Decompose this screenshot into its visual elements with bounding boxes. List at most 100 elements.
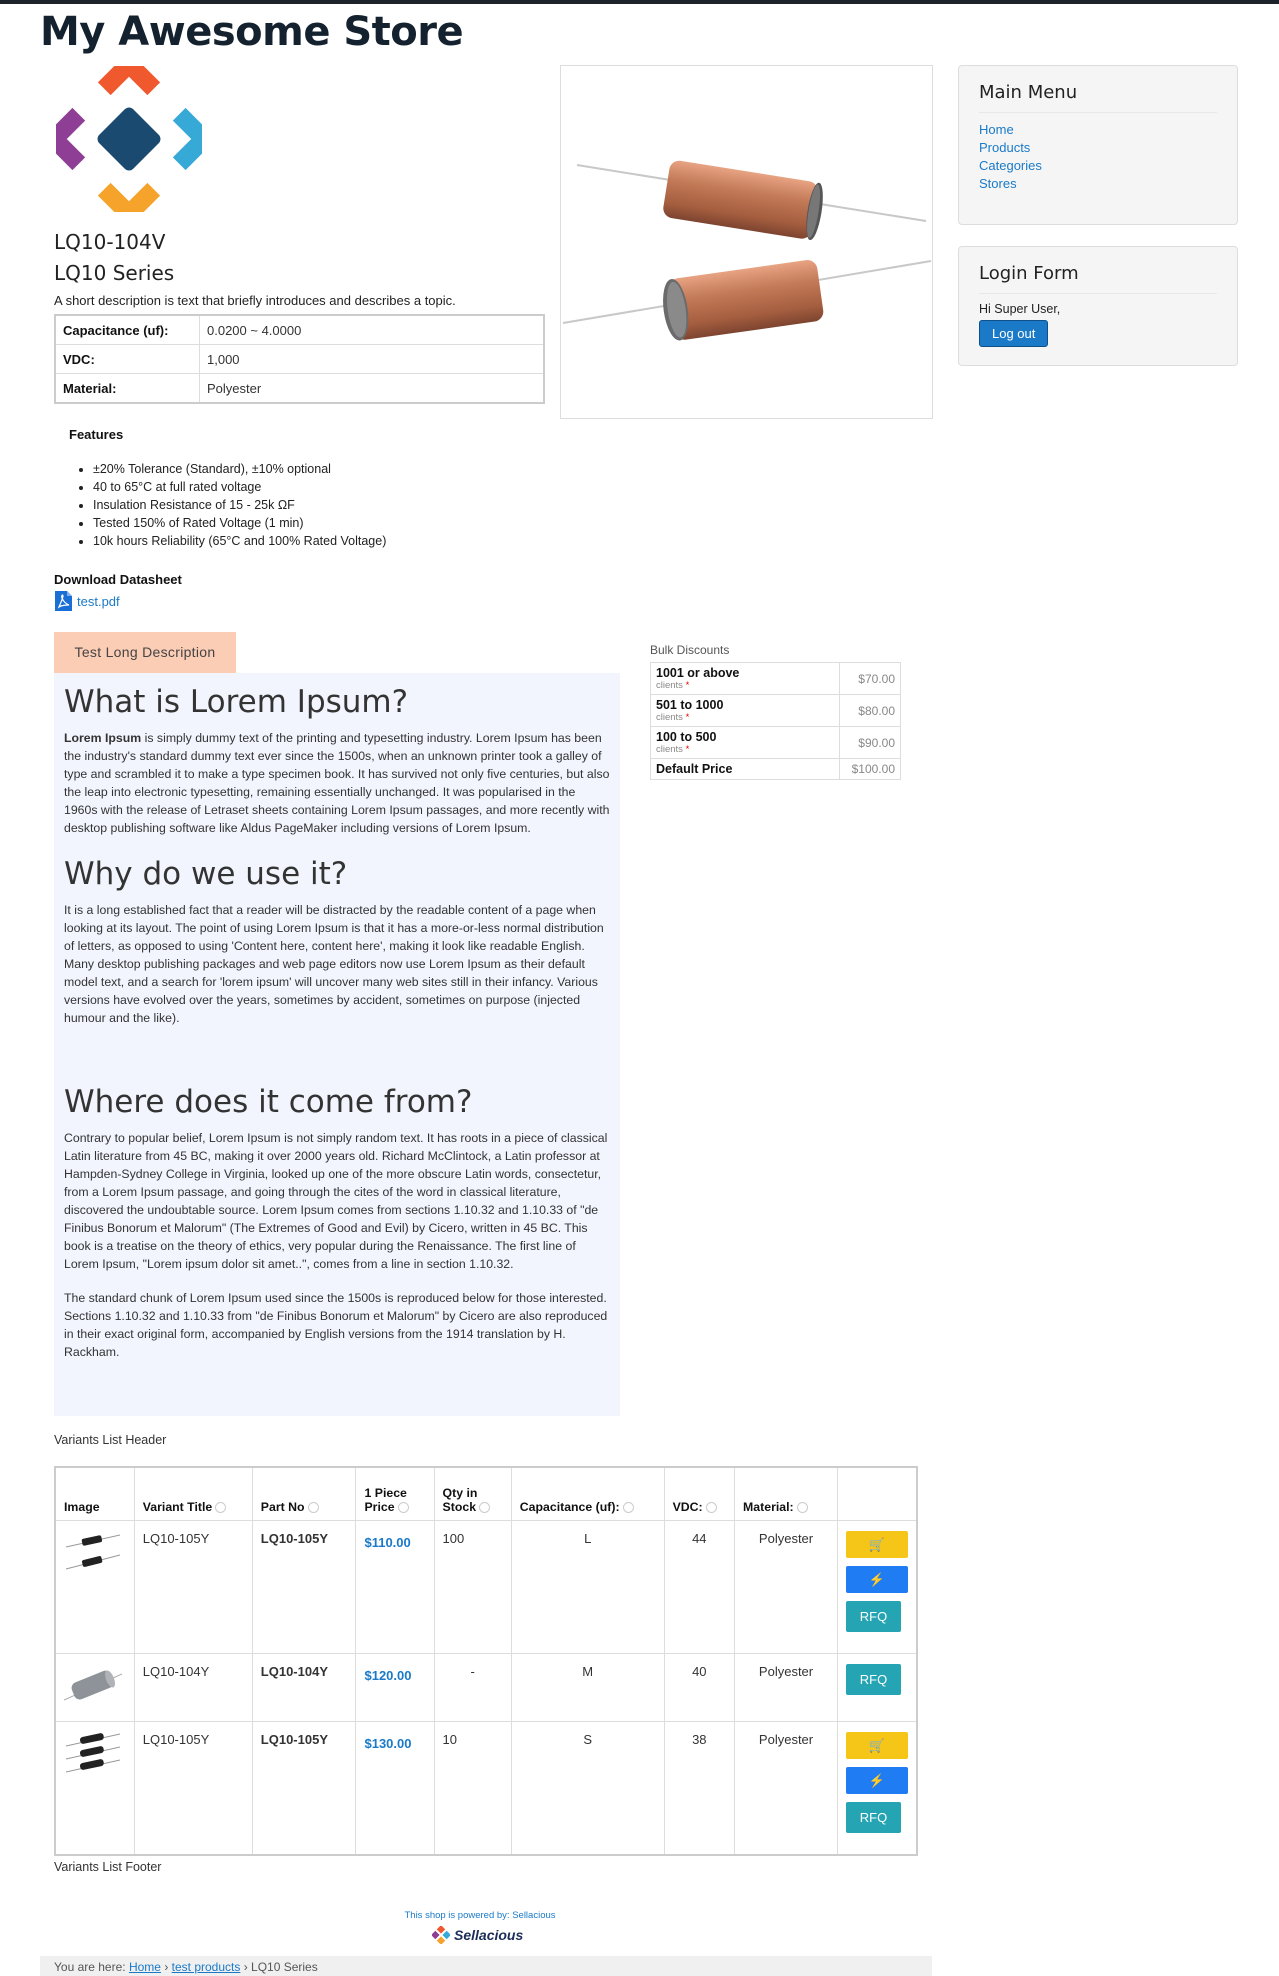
tier-price: $70.00 [839,662,901,695]
buy-now-button[interactable]: ⚡ [846,1767,908,1794]
bulk-tier-row: Default Price $100.00 [650,758,901,780]
column-header-variant-title[interactable]: Variant Title [133,1466,253,1521]
column-header-material[interactable]: Material: [734,1466,838,1521]
features-list: ±20% Tolerance (Standard), ±10% optional… [72,460,386,550]
variant-capacitance: M [510,1653,665,1722]
variant-title[interactable]: LQ10-105Y [133,1721,253,1856]
sort-icon[interactable] [622,1502,634,1514]
site-title[interactable]: My Awesome Store [40,6,464,58]
product-sku: LQ10-104V [54,230,166,254]
breadcrumb: You are here: Home › test products › LQ1… [40,1956,932,1976]
tier-sub: clients * [656,712,834,723]
paragraph-text: is simply dummy text of the printing and… [64,731,610,835]
tier-price: $90.00 [839,726,901,759]
variant-part-no: LQ10-104Y [251,1653,357,1722]
variant-thumbnail[interactable] [64,1732,122,1776]
sort-icon[interactable] [479,1502,491,1514]
column-header-part-no[interactable]: Part No [251,1466,357,1521]
sort-icon[interactable] [796,1502,808,1514]
login-form-module: Login Form Hi Super User, Log out [958,246,1238,366]
column-header-label: Part No [260,1500,305,1514]
rfq-button[interactable]: RFQ [846,1802,901,1833]
variant-price: $130.00 [364,1736,412,1751]
variant-row: LQ10-105Y LQ10-105Y $110.00 100 L 44 Pol… [54,1520,918,1654]
variant-price-cell: $110.00 [355,1520,435,1654]
variant-price-cell: $120.00 [355,1653,435,1722]
variant-title[interactable]: LQ10-104Y [133,1653,253,1722]
datasheet-link[interactable]: test.pdf [54,590,120,612]
bulk-tier-row: 501 to 1000 clients * $80.00 [650,694,901,727]
section-paragraph: The standard chunk of Lorem Ipsum used s… [64,1291,608,1359]
variant-vdc: 38 [663,1721,736,1856]
variant-price: $110.00 [364,1535,411,1550]
tier-label: 1001 or above [656,666,740,680]
bulk-tier-row: 1001 or above clients * $70.00 [650,662,901,695]
datasheet-heading: Download Datasheet [54,572,182,587]
main-menu-title: Main Menu [979,82,1217,113]
variant-actions: 🛒 ⚡ RFQ [837,1721,918,1856]
menu-item-categories[interactable]: Categories [979,157,1217,175]
store-logo [56,66,202,212]
sort-icon[interactable] [307,1502,319,1514]
variant-thumbnail[interactable] [63,1664,123,1708]
section-heading: Where does it come from? [64,1084,473,1120]
brand-name: Sellacious [454,1927,524,1943]
powered-by-text[interactable]: This shop is powered by: Sellacious [0,1910,960,1921]
sort-icon[interactable] [215,1502,227,1514]
lightning-bolt-icon: ⚡ [868,1572,886,1587]
logout-button[interactable]: Log out [979,320,1049,347]
feature-item: Tested 150% of Rated Voltage (1 min) [93,514,386,532]
shopping-cart-icon: 🛒 [868,1738,886,1753]
variant-qty: 100 [433,1520,512,1654]
variant-material: Polyester [734,1520,838,1654]
top-bar [0,0,1279,4]
attribute-label: Material: [54,373,200,404]
column-header-qty[interactable]: Qty in Stock [433,1466,512,1521]
feature-item: Insulation Resistance of 15 - 25k ΩF [93,496,386,514]
login-greeting: Hi Super User, [979,302,1061,316]
features-heading: Features [69,427,124,442]
short-description: A short description is text that briefly… [54,293,456,308]
product-image[interactable] [560,65,933,419]
attribute-value: 0.0200 ~ 4.0000 [199,314,545,345]
column-header-vdc[interactable]: VDC: [663,1466,736,1521]
datasheet-filename[interactable]: test.pdf [77,594,120,609]
rfq-button[interactable]: RFQ [846,1664,901,1695]
sellacious-logo[interactable]: Sellacious [432,1926,523,1944]
column-header-capacitance[interactable]: Capacitance (uf): [510,1466,665,1521]
menu-item-stores[interactable]: Stores [979,175,1217,193]
variant-capacitance: S [510,1721,665,1856]
tier-sub: clients * [656,744,834,755]
add-to-cart-button[interactable]: 🛒 [846,1732,908,1759]
pdf-file-icon [55,591,72,611]
variant-row: LQ10-104Y LQ10-104Y $120.00 - M 40 Polye… [54,1653,918,1722]
tab-long-description[interactable]: Test Long Description [54,632,236,673]
variant-title[interactable]: LQ10-105Y [133,1520,253,1654]
variant-image-cell [54,1721,135,1856]
menu-item-products[interactable]: Products [979,139,1217,157]
buy-now-button[interactable]: ⚡ [846,1566,908,1593]
variant-image-cell [54,1653,135,1722]
column-header-label: Material: [743,1500,794,1514]
attribute-label: Capacitance (uf): [54,314,200,345]
variant-thumbnail[interactable] [64,1531,122,1575]
variant-capacitance: L [510,1520,665,1654]
section-paragraph: Lorem Ipsum is simply dummy text of the … [64,729,610,837]
column-header-image: Image [54,1466,135,1521]
bulk-discounts-table: 1001 or above clients * $70.00 501 to 100… [650,662,901,780]
variant-part-no: LQ10-105Y [251,1721,357,1856]
section-paragraph: Contrary to popular belief, Lorem Ipsum … [64,1131,608,1271]
bulk-tier-label-cell: 100 to 500 clients * [650,726,840,759]
variant-actions: RFQ [837,1653,918,1722]
column-header-label: VDC: [672,1500,703,1514]
tier-sub-text: clients [656,744,683,755]
menu-item-home[interactable]: Home [979,121,1217,139]
login-form-title: Login Form [979,263,1217,294]
column-header-actions [837,1466,918,1521]
column-header-price[interactable]: 1 Piece Price [355,1466,435,1521]
add-to-cart-button[interactable]: 🛒 [846,1531,908,1558]
sort-icon[interactable] [705,1502,717,1514]
rfq-button[interactable]: RFQ [846,1601,901,1632]
sort-icon[interactable] [397,1502,409,1514]
column-header-label: Capacitance (uf): [519,1500,620,1514]
